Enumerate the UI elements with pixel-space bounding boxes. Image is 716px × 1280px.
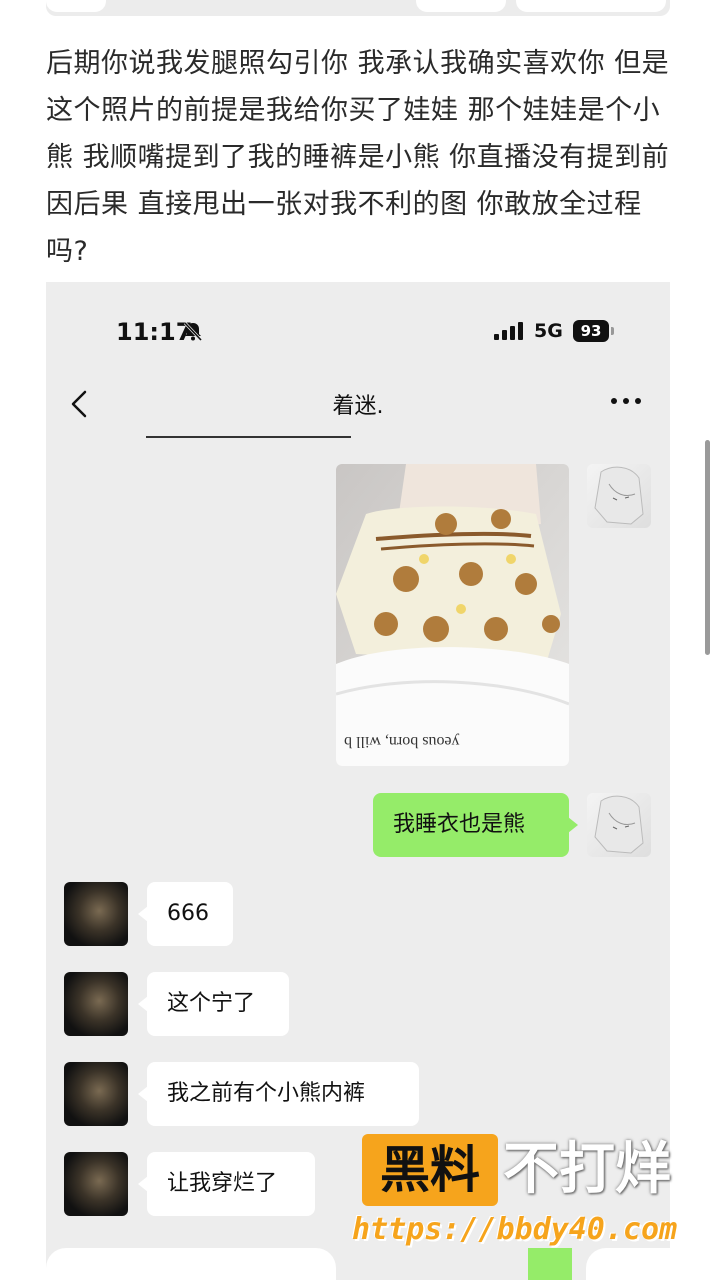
status-time: 11:17 — [116, 318, 193, 346]
avatar[interactable] — [587, 464, 651, 528]
photo-caption: yeous born, will b — [344, 733, 460, 750]
avatar[interactable] — [64, 1152, 128, 1216]
watermark-badge: 黑料 — [362, 1134, 498, 1206]
anime-avatar-icon — [594, 795, 644, 854]
previous-image-edge — [46, 0, 670, 16]
bottom-toolbar — [46, 1248, 670, 1280]
message-bubble-other[interactable]: 让我穿烂了 — [138, 1152, 315, 1216]
photo-message[interactable]: yeous born, will b — [336, 464, 569, 766]
toolbar-right-segment — [586, 1248, 670, 1280]
header-divider — [146, 436, 351, 438]
watermark-url: https://bbdy40.com — [352, 1212, 678, 1247]
toolbar-left-segment — [46, 1248, 336, 1280]
battery-tip — [611, 327, 614, 335]
message-bubble-other[interactable]: 我之前有个小熊内裤 — [138, 1062, 419, 1126]
avatar[interactable] — [64, 972, 128, 1036]
avatar[interactable] — [64, 882, 128, 946]
chat-title: 着迷. — [332, 394, 384, 419]
message-bubble-other[interactable]: 这个宁了 — [138, 972, 289, 1036]
avatar[interactable] — [587, 793, 651, 857]
watermark-slogan: 不打烊 — [503, 1137, 671, 1202]
battery-indicator: 93 — [573, 320, 609, 342]
pajama-photo — [336, 464, 569, 766]
chat-screenshot: 11:17 5G 93 着迷. yeous born, will b 我睡衣也是… — [46, 282, 670, 1280]
bell-muted-icon — [183, 321, 203, 342]
toolbar-green-segment — [528, 1248, 572, 1280]
network-type: 5G — [534, 320, 563, 342]
post-paragraph: 后期你说我发腿照勾引你 我承认我确实喜欢你 但是这个照片的前提是我给你买了娃娃 … — [46, 48, 670, 267]
signal-icon — [494, 322, 523, 340]
message-bubble-other[interactable]: 666 — [138, 882, 233, 946]
avatar[interactable] — [64, 1062, 128, 1126]
anime-avatar-icon — [594, 466, 644, 525]
more-icon[interactable] — [610, 396, 642, 406]
scrollbar[interactable] — [705, 440, 710, 655]
chat-header: 着迷. — [46, 368, 670, 438]
message-bubble-mine[interactable]: 我睡衣也是熊 — [373, 793, 578, 857]
